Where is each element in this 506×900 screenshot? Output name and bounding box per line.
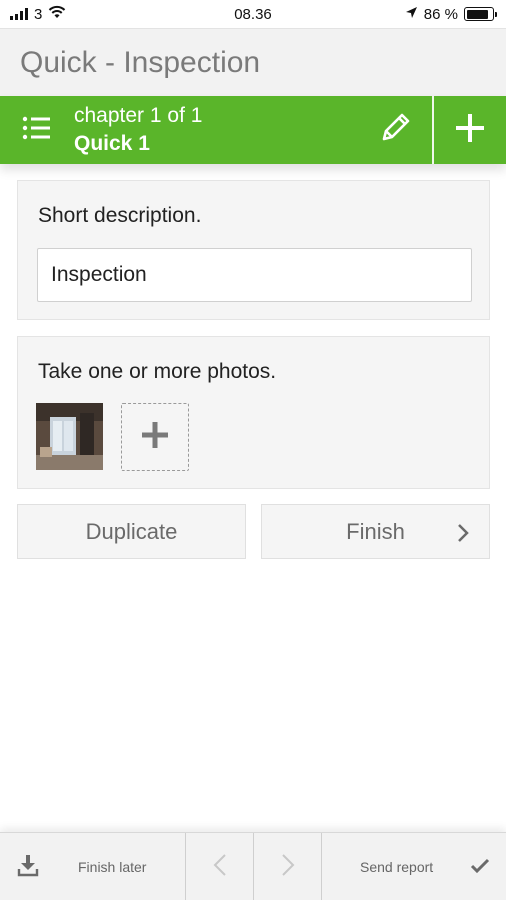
chevron-right-icon xyxy=(281,853,295,882)
plus-icon xyxy=(141,421,169,454)
photo-thumbnail[interactable] xyxy=(36,403,103,470)
chapter-list-button[interactable] xyxy=(0,96,74,164)
send-report-label: Send report xyxy=(360,859,434,875)
chevron-left-icon xyxy=(213,853,227,882)
chapter-subtitle: chapter 1 of 1 xyxy=(74,104,203,127)
battery-percent: 86 % xyxy=(423,5,458,23)
location-arrow-icon xyxy=(405,6,418,23)
chevron-right-icon xyxy=(457,523,469,549)
add-photo-button[interactable] xyxy=(121,403,189,471)
edit-chapter-button[interactable] xyxy=(358,96,432,164)
chapter-name: Quick 1 xyxy=(74,132,150,155)
signal-icon xyxy=(10,8,28,20)
finish-later-button[interactable]: Finish later xyxy=(0,833,186,900)
page-title: Quick - Inspection xyxy=(20,45,261,79)
finish-label: Finish xyxy=(346,518,405,544)
wifi-icon xyxy=(48,5,66,23)
finish-button[interactable]: Finish xyxy=(261,504,490,559)
previous-button[interactable] xyxy=(186,833,254,900)
pencil-icon xyxy=(378,111,412,150)
duplicate-label: Duplicate xyxy=(85,518,178,544)
send-report-button[interactable]: Send report xyxy=(322,833,506,900)
chapter-bar: chapter 1 of 1 Quick 1 xyxy=(0,96,506,164)
carrier-label: 3 xyxy=(34,5,43,23)
chapter-divider xyxy=(432,96,434,164)
bottom-bar: Finish later Send report xyxy=(0,832,506,900)
duplicate-button[interactable]: Duplicate xyxy=(17,504,246,559)
add-chapter-button[interactable] xyxy=(434,96,506,164)
photos-card: Take one or more photos. xyxy=(17,336,490,489)
chapter-info[interactable]: chapter 1 of 1 Quick 1 xyxy=(74,102,358,158)
title-bar: Quick - Inspection xyxy=(0,28,506,96)
next-button[interactable] xyxy=(254,833,322,900)
battery-fill xyxy=(466,9,488,19)
description-input[interactable] xyxy=(37,248,472,302)
status-bar: 3 08.36 86 % xyxy=(0,0,506,28)
finish-later-label: Finish later xyxy=(78,859,147,875)
description-card: Short description. xyxy=(17,180,490,320)
status-right: 86 % xyxy=(405,5,497,23)
battery-icon xyxy=(464,7,497,21)
download-icon xyxy=(16,853,40,882)
status-left: 3 xyxy=(10,5,66,23)
checkmark-icon xyxy=(470,858,490,879)
photos-label: Take one or more photos. xyxy=(38,360,277,383)
plus-icon xyxy=(455,113,485,148)
list-icon xyxy=(22,115,52,146)
description-label: Short description. xyxy=(38,204,202,227)
